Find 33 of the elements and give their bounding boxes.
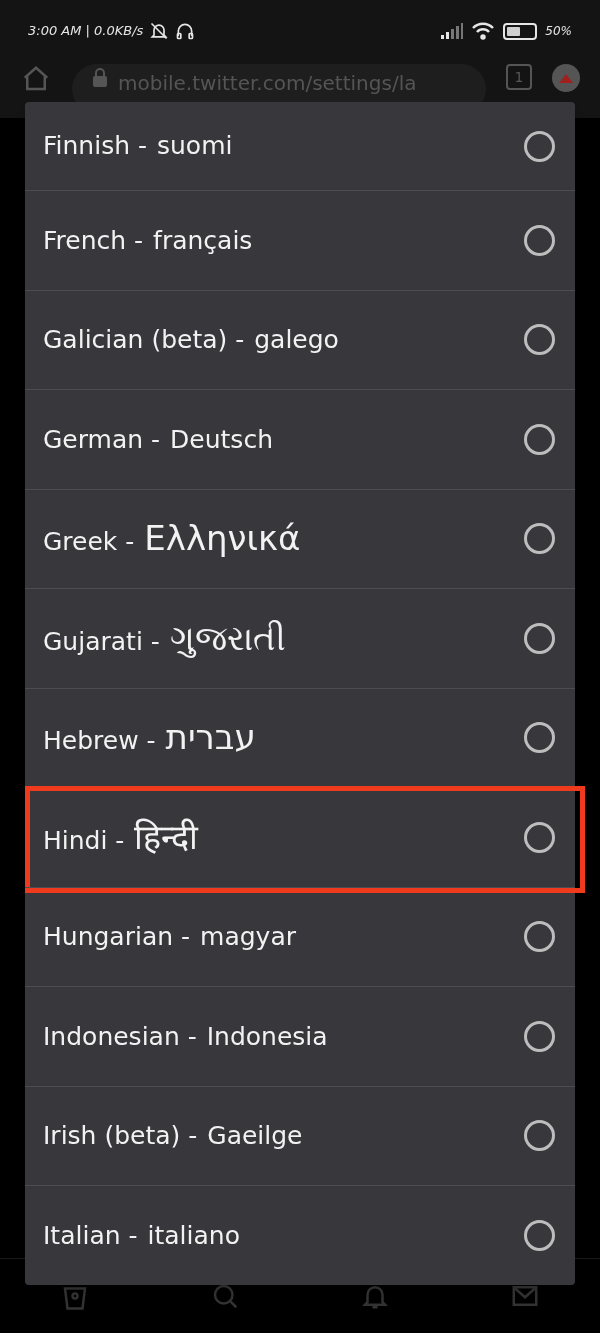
language-label: Hindi - हिन्दी (43, 815, 199, 859)
radio-button[interactable] (524, 224, 555, 256)
language-label: Galician (beta) - galego (43, 324, 339, 356)
radio-button[interactable] (524, 722, 555, 754)
language-label: German - Deutsch (43, 423, 273, 456)
lock-icon (92, 68, 108, 88)
language-label: Gujarati - ગુજરાતી (43, 616, 286, 660)
radio-button[interactable] (524, 1020, 555, 1052)
battery-percent: 50% (545, 23, 572, 40)
language-label: Greek - Ελληνικά (43, 517, 301, 561)
radio-button[interactable] (524, 523, 555, 555)
radio-button[interactable] (524, 423, 555, 455)
radio-button[interactable] (524, 1219, 555, 1251)
radio-button[interactable] (524, 324, 555, 356)
status-time: 3:00 AM | 0.0KB/s (28, 22, 144, 41)
language-label: Irish (beta) - Gaeilge (43, 1120, 303, 1152)
muted-bell-icon (149, 21, 170, 41)
battery-icon (503, 22, 538, 40)
wifi-icon (471, 22, 496, 40)
radio-button[interactable] (524, 1120, 555, 1152)
profile-icon[interactable] (552, 64, 580, 92)
radio-button[interactable] (524, 921, 555, 953)
language-label: Finnish - suomi (43, 130, 233, 163)
radio-button[interactable] (524, 821, 555, 853)
signal-icon (441, 23, 464, 39)
language-label: Hungarian - magyar (43, 921, 296, 953)
headphones-icon (175, 21, 196, 41)
language-label: Indonesian - Indonesia (43, 1020, 328, 1053)
radio-button[interactable] (524, 622, 555, 654)
radio-button[interactable] (524, 130, 555, 162)
language-label: French - français (43, 224, 253, 257)
language-label: Italian - italiano (43, 1219, 240, 1252)
tab-count[interactable]: 1 (506, 64, 532, 90)
